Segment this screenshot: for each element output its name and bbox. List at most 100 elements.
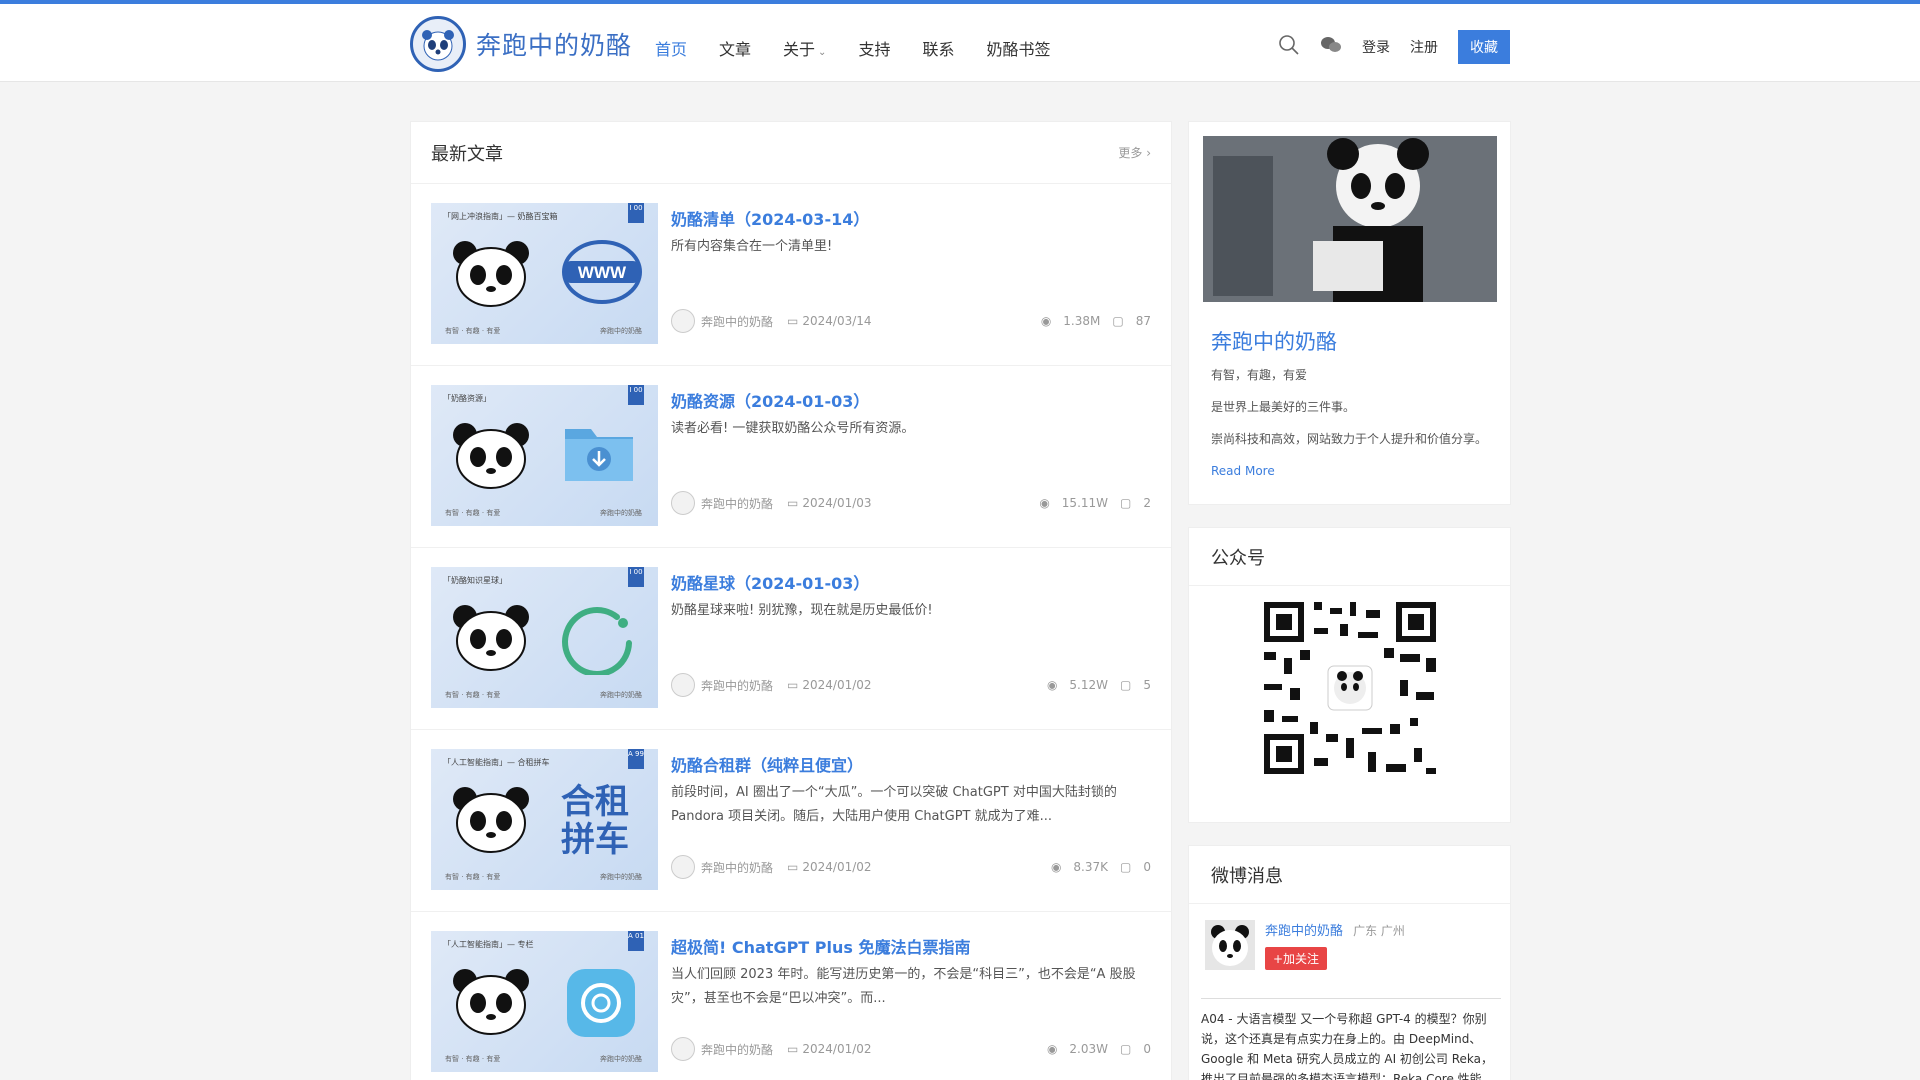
comment-icon: ▢ [1112, 314, 1124, 328]
latest-articles-card: 最新文章 更多 › 「网上冲浪指南」— 奶酪百宝箱 I 00 WWW 有智 · … [410, 121, 1172, 1080]
article-stats: ◉ 2.03W ▢ 0 [1047, 1042, 1151, 1056]
author-name[interactable]: 奔跑中的奶酪 [701, 313, 773, 330]
nav-bookmarks[interactable]: 奶酪书签 [986, 36, 1050, 60]
panda-illustration-icon [453, 241, 529, 307]
weibo-post-content: A04 - 大语言模型 又一个号称超 GPT-4 的模型？你别说，这个还真是有点… [1201, 998, 1501, 1080]
calendar-icon: ▭ [787, 496, 799, 510]
read-more-link[interactable]: Read More [1211, 464, 1275, 478]
nav-about-label: 关于 [783, 40, 816, 59]
thumb-foot-left: 有智 · 有趣 · 有爱 [445, 509, 501, 517]
author-name[interactable]: 奔跑中的奶酪 [701, 1041, 773, 1058]
views-count: 15.11W [1061, 496, 1109, 510]
author-name[interactable]: 奔跑中的奶酪 [701, 859, 773, 876]
panda-illustration-icon [453, 423, 529, 489]
article-item[interactable]: 「人工智能指南」— 专栏 A 01 有智 · 有趣 · 有爱 奔跑中的奶酪 超极… [411, 912, 1171, 1080]
date-text: 2024/01/02 [802, 678, 872, 692]
site-title[interactable]: 奔跑中的奶酪 [476, 26, 632, 62]
article-title[interactable]: 奶酪资源（2024-01-03） [671, 388, 869, 412]
article-meta: 奔跑中的奶酪 ▭ 2024/01/03 ◉ 15.11W ▢ 2 [671, 491, 1151, 515]
thumb-badge: I 00 [628, 385, 644, 405]
login-link[interactable]: 登录 [1362, 37, 1390, 57]
article-item[interactable]: 「人工智能指南」— 合租拼车 A 99 合租 拼车 有智 · 有趣 · 有爱 奔… [411, 730, 1171, 912]
profile-name[interactable]: 奔跑中的奶酪 [1211, 326, 1337, 356]
thumb-foot-right: 奔跑中的奶酪 [600, 873, 642, 881]
weibo-follow-button[interactable]: +加关注 [1265, 947, 1328, 970]
nav-about[interactable]: 关于 ⌄ [783, 36, 826, 60]
profile-line: 有智，有趣，有爱 [1211, 368, 1308, 382]
article-thumbnail[interactable]: 「人工智能指南」— 合租拼车 A 99 合租 拼车 有智 · 有趣 · 有爱 奔… [431, 749, 658, 890]
favorite-button[interactable]: 收藏 [1458, 30, 1510, 64]
views-count: 5.12W [1069, 678, 1109, 692]
article-thumbnail[interactable]: 「奶酪知识星球」 I 00 有智 · 有趣 · 有爱 奔跑中的奶酪 [431, 567, 658, 708]
calendar-icon: ▭ [787, 860, 799, 874]
calendar-icon: ▭ [787, 1042, 799, 1056]
article-thumbnail[interactable]: 「网上冲浪指南」— 奶酪百宝箱 I 00 WWW 有智 · 有趣 · 有爱 奔跑… [431, 203, 658, 344]
article-excerpt: 所有内容集合在一个清单里! [671, 239, 833, 254]
nav-articles[interactable]: 文章 [719, 36, 751, 60]
weibo-title: 微博消息 [1189, 846, 1510, 904]
article-item[interactable]: 「奶酪资源」 I 00 有智 · 有趣 · 有爱 奔跑中的奶酪 奶酪资源（202… [411, 366, 1171, 548]
article-excerpt: 读者必看! 一键获取奶酪公众号所有资源。 [671, 421, 915, 436]
article-item[interactable]: 「奶酪知识星球」 I 00 有智 · 有趣 · 有爱 奔跑中的奶酪 奶酪星球（2… [411, 548, 1171, 730]
wechat-qr-code [1250, 588, 1450, 788]
article-excerpt: 奶酪星球来啦! 别犹豫，现在就是历史最低价! [671, 603, 933, 618]
thumb-foot-left: 有智 · 有趣 · 有爱 [445, 873, 501, 881]
author-name[interactable]: 奔跑中的奶酪 [701, 495, 773, 512]
article-title[interactable]: 奶酪合租群（纯粹且便宜） [671, 752, 863, 776]
more-link[interactable]: 更多 › [1118, 144, 1151, 161]
eye-icon: ◉ [1040, 314, 1052, 328]
author-name[interactable]: 奔跑中的奶酪 [701, 677, 773, 694]
article-title[interactable]: 超极简! ChatGPT Plus 免魔法白票指南 [671, 934, 971, 958]
thumb-tag: 「奶酪知识星球」 [443, 576, 507, 585]
article-thumbnail[interactable]: 「人工智能指南」— 专栏 A 01 有智 · 有趣 · 有爱 奔跑中的奶酪 [431, 931, 658, 1072]
www-globe-icon: WWW [562, 240, 642, 304]
article-item[interactable]: 「网上冲浪指南」— 奶酪百宝箱 I 00 WWW 有智 · 有趣 · 有爱 奔跑… [411, 184, 1171, 366]
article-meta: 奔跑中的奶酪 ▭ 2024/01/02 ◉ 5.12W ▢ 5 [671, 673, 1151, 697]
thumb-tag: 「人工智能指南」— 专栏 [443, 940, 534, 949]
article-date: ▭ 2024/01/02 [787, 678, 872, 692]
profile-line: 是世界上最美好的三件事。 [1211, 400, 1356, 414]
author-avatar[interactable] [671, 309, 695, 333]
svg-text:WWW: WWW [578, 263, 627, 282]
thumb-badge: A 99 [628, 749, 644, 769]
panda-logo-icon [410, 16, 466, 72]
article-date: ▭ 2024/01/03 [787, 496, 872, 510]
comments-count: 0 [1143, 860, 1151, 874]
date-text: 2024/01/02 [802, 1042, 872, 1056]
thumb-foot-right: 奔跑中的奶酪 [600, 509, 642, 517]
article-title[interactable]: 奶酪清单（2024-03-14） [671, 206, 869, 230]
eye-icon: ◉ [1046, 1042, 1058, 1056]
calendar-icon: ▭ [787, 678, 799, 692]
weibo-username[interactable]: 奔跑中的奶酪 [1265, 924, 1343, 939]
thumb-foot-left: 有智 · 有趣 · 有爱 [445, 327, 501, 335]
article-stats: ◉ 15.11W ▢ 2 [1039, 496, 1151, 510]
thumb-foot-left: 有智 · 有趣 · 有爱 [445, 691, 501, 699]
author-avatar[interactable] [671, 1037, 695, 1061]
comments-count: 0 [1143, 1042, 1151, 1056]
chevron-down-icon: ⌄ [818, 47, 827, 58]
site-logo[interactable]: 奔跑中的奶酪 [410, 16, 632, 72]
article-excerpt: 当人们回顾 2023 年时。能写进历史第一的，不会是“科目三”，也不会是“A 股… [671, 967, 1136, 1006]
eye-icon: ◉ [1039, 496, 1050, 510]
article-thumbnail[interactable]: 「奶酪资源」 I 00 有智 · 有趣 · 有爱 奔跑中的奶酪 [431, 385, 658, 526]
thumb-big-text: 合租 拼车 [561, 783, 629, 859]
nav-contact[interactable]: 联系 [922, 36, 954, 60]
planet-ring-icon [562, 607, 632, 675]
wechat-icon[interactable] [1320, 35, 1342, 59]
more-label: 更多 [1118, 146, 1143, 160]
search-icon[interactable] [1278, 34, 1300, 60]
article-meta: 奔跑中的奶酪 ▭ 2024/03/14 ◉ 1.38M ▢ 87 [671, 309, 1151, 333]
thumb-badge: A 01 [628, 931, 644, 951]
article-title[interactable]: 奶酪星球（2024-01-03） [671, 570, 869, 594]
author-avatar[interactable] [671, 491, 695, 515]
weibo-avatar[interactable] [1205, 920, 1255, 970]
nav-home[interactable]: 首页 [655, 36, 687, 60]
nav-support[interactable]: 支持 [858, 36, 890, 60]
weibo-location: 广东 广州 [1353, 924, 1405, 938]
openai-logo-icon [567, 969, 635, 1037]
folder-download-icon [565, 429, 633, 481]
register-link[interactable]: 注册 [1410, 37, 1438, 57]
author-avatar[interactable] [671, 855, 695, 879]
author-avatar[interactable] [671, 673, 695, 697]
date-text: 2024/01/02 [802, 860, 872, 874]
